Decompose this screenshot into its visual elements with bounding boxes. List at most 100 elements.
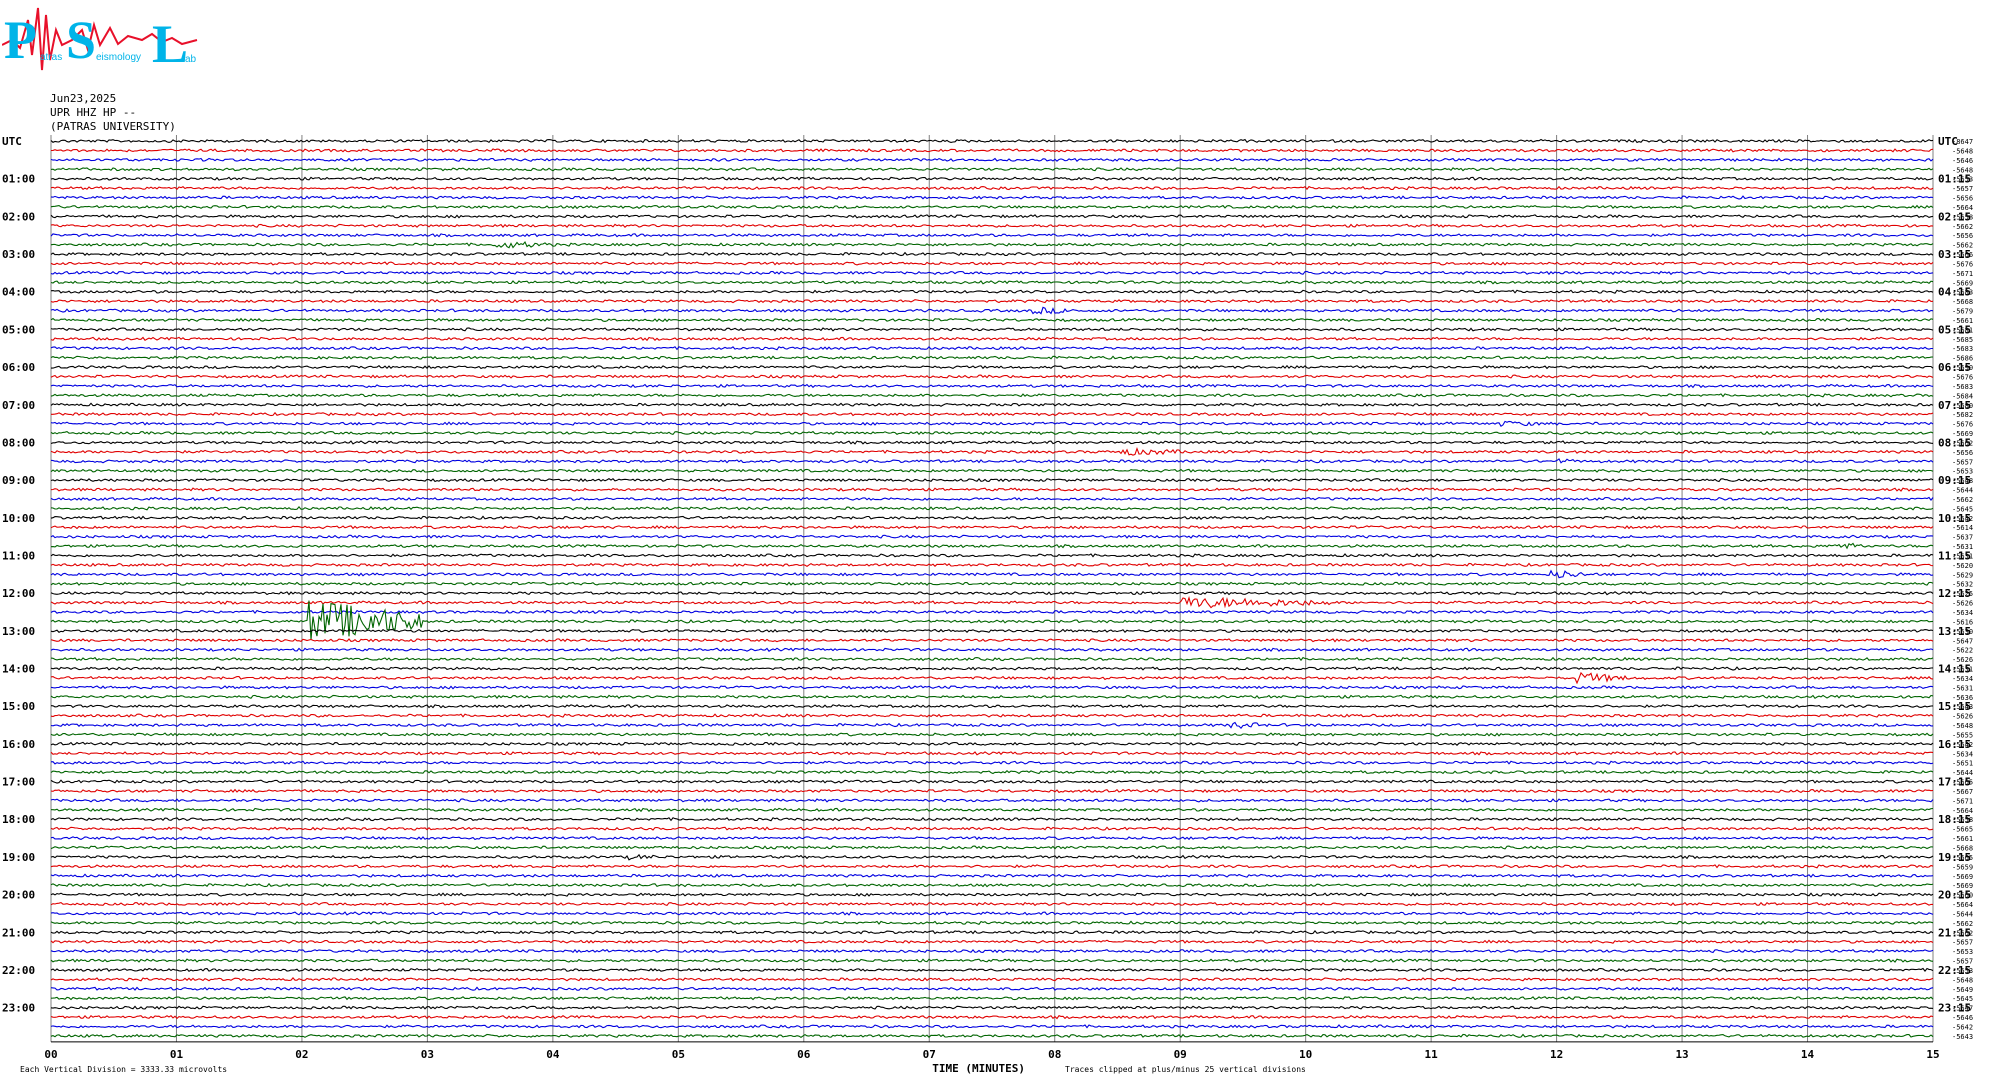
seismic-trace-58 (50, 685, 1934, 690)
trace-offset-label: -5662 (1952, 223, 1973, 231)
hour-label-right: 18:15 (1938, 813, 1971, 826)
trace-offset-label: -5668 (1952, 298, 1973, 306)
seismic-trace-52 (50, 628, 1934, 634)
seismic-trace-53 (50, 638, 1934, 643)
trace-offset-label: -5656 (1952, 232, 1973, 240)
seismic-trace-82 (50, 911, 1934, 916)
seismic-trace-28 (50, 402, 1934, 407)
trace-offset-label: -5644 (1952, 910, 1973, 918)
seismic-trace-0 (50, 138, 1934, 144)
seismic-trace-21 (50, 336, 1934, 342)
seismic-trace-79 (50, 882, 1934, 888)
trace-offset-label: -5683 (1952, 383, 1973, 391)
seismic-trace-55 (50, 656, 1934, 662)
hour-label-right: 10:15 (1938, 512, 1971, 525)
trace-offset-label: -5648 (1952, 976, 1973, 984)
seismic-trace-64 (50, 741, 1934, 747)
seismic-trace-36 (50, 477, 1934, 483)
trace-offset-label: -5647 (1952, 637, 1973, 645)
seismic-trace-57 (50, 671, 1934, 685)
x-tick-label: 07 (923, 1048, 936, 1061)
seismic-trace-17 (50, 298, 1934, 304)
seismic-trace-87 (50, 958, 1934, 963)
seismic-trace-67 (50, 769, 1934, 775)
seismic-trace-66 (50, 760, 1934, 765)
seismic-trace-23 (50, 355, 1934, 360)
seismic-trace-6 (50, 195, 1934, 200)
footer-clip-note: Traces clipped at plus/minus 25 vertical… (1065, 1065, 1306, 1074)
trace-offset-label: -5669 (1952, 873, 1973, 881)
seismic-trace-61 (50, 713, 1934, 718)
trace-offset-label: -5643 (1952, 1033, 1973, 1041)
seismic-trace-78 (50, 873, 1934, 878)
hour-label-left: 19:00 (2, 851, 35, 864)
seismic-trace-56 (50, 666, 1934, 671)
trace-offset-label: -5644 (1952, 487, 1973, 495)
x-tick-label: 15 (1926, 1048, 1939, 1061)
seismic-trace-27 (50, 393, 1934, 398)
trace-offset-label: -5653 (1952, 948, 1973, 956)
seismic-trace-15 (50, 280, 1934, 285)
trace-offset-label: -5626 (1952, 600, 1973, 608)
trace-offset-label: -5646 (1952, 1014, 1973, 1022)
seismic-trace-9 (50, 223, 1934, 229)
trace-offset-label: -5634 (1952, 675, 1973, 683)
label-layer: 00 01 02 03 04 05 06 07 08 09 10 11 12 13 14 15-8647UTC… (2, 135, 1973, 1075)
seismic-trace-29 (51, 411, 1934, 417)
hour-label-right: 15:15 (1938, 700, 1971, 713)
hour-label-left: 06:00 (2, 361, 35, 374)
seismic-trace-1 (50, 148, 1934, 153)
trace-offset-label: -5679 (1952, 308, 1973, 316)
seismic-trace-2 (50, 157, 1934, 163)
x-tick-label: 01 (170, 1048, 184, 1061)
seismic-trace-13 (50, 261, 1934, 266)
x-tick-label: 11 (1425, 1048, 1439, 1061)
hour-label-right: 06:15 (1938, 361, 1971, 374)
trace-offset-label: -5676 (1952, 421, 1973, 429)
hour-label-right: 01:15 (1938, 173, 1971, 186)
seismic-trace-90 (50, 986, 1934, 991)
x-tick-label: 10 (1299, 1048, 1312, 1061)
seismic-trace-10 (50, 232, 1934, 238)
seismic-trace-92 (50, 1005, 1934, 1010)
trace-offset-label: -5629 (1952, 571, 1973, 579)
trace-offset-label: -5626 (1952, 713, 1973, 721)
x-tick-label: 04 (546, 1048, 560, 1061)
trace-offset-label: -5622 (1952, 647, 1973, 655)
seismic-trace-71 (51, 807, 1934, 813)
seismic-trace-4 (50, 176, 1934, 181)
seismic-trace-76 (50, 853, 1934, 861)
seismic-trace-48 (50, 591, 1934, 596)
footer-scale-note: Each Vertical Division = 3333.33 microvo… (20, 1065, 227, 1074)
seismic-trace-8 (50, 214, 1934, 219)
hour-label-left: 21:00 (2, 926, 35, 939)
trace-offset-label: -5667 (1952, 788, 1973, 796)
seismic-trace-22 (50, 345, 1933, 351)
x-tick-label: 00 (44, 1048, 57, 1061)
seismic-trace-31 (50, 430, 1934, 436)
seismic-trace-89 (50, 977, 1934, 982)
hour-label-right: 16:15 (1938, 738, 1971, 751)
seismic-trace-73 (50, 826, 1934, 831)
hour-label-left: 01:00 (2, 173, 35, 186)
seismic-trace-38 (50, 496, 1934, 502)
seismic-trace-16 (50, 289, 1934, 294)
hour-label-left: 20:00 (2, 889, 35, 902)
trace-offset-label: -5671 (1952, 270, 1973, 278)
trace-offset-label: -5614 (1952, 524, 1973, 532)
trace-offset-label: -5631 (1952, 684, 1973, 692)
seismic-trace-70 (50, 798, 1934, 803)
seismic-trace-49 (50, 596, 1934, 609)
seismic-trace-12 (50, 251, 1934, 257)
x-tick-label: 05 (672, 1048, 685, 1061)
x-tick-label: 09 (1174, 1048, 1187, 1061)
seismic-trace-19 (50, 317, 1934, 323)
hour-label-left: 14:00 (2, 663, 35, 676)
hour-label-right: 07:15 (1938, 399, 1971, 412)
seismic-trace-39 (50, 506, 1934, 511)
hour-label-right: 03:15 (1938, 248, 1971, 261)
seismic-trace-72 (50, 816, 1934, 822)
hour-label-right: 05:15 (1938, 323, 1971, 336)
seismic-trace-42 (50, 534, 1934, 539)
seismic-trace-11 (50, 240, 1934, 249)
